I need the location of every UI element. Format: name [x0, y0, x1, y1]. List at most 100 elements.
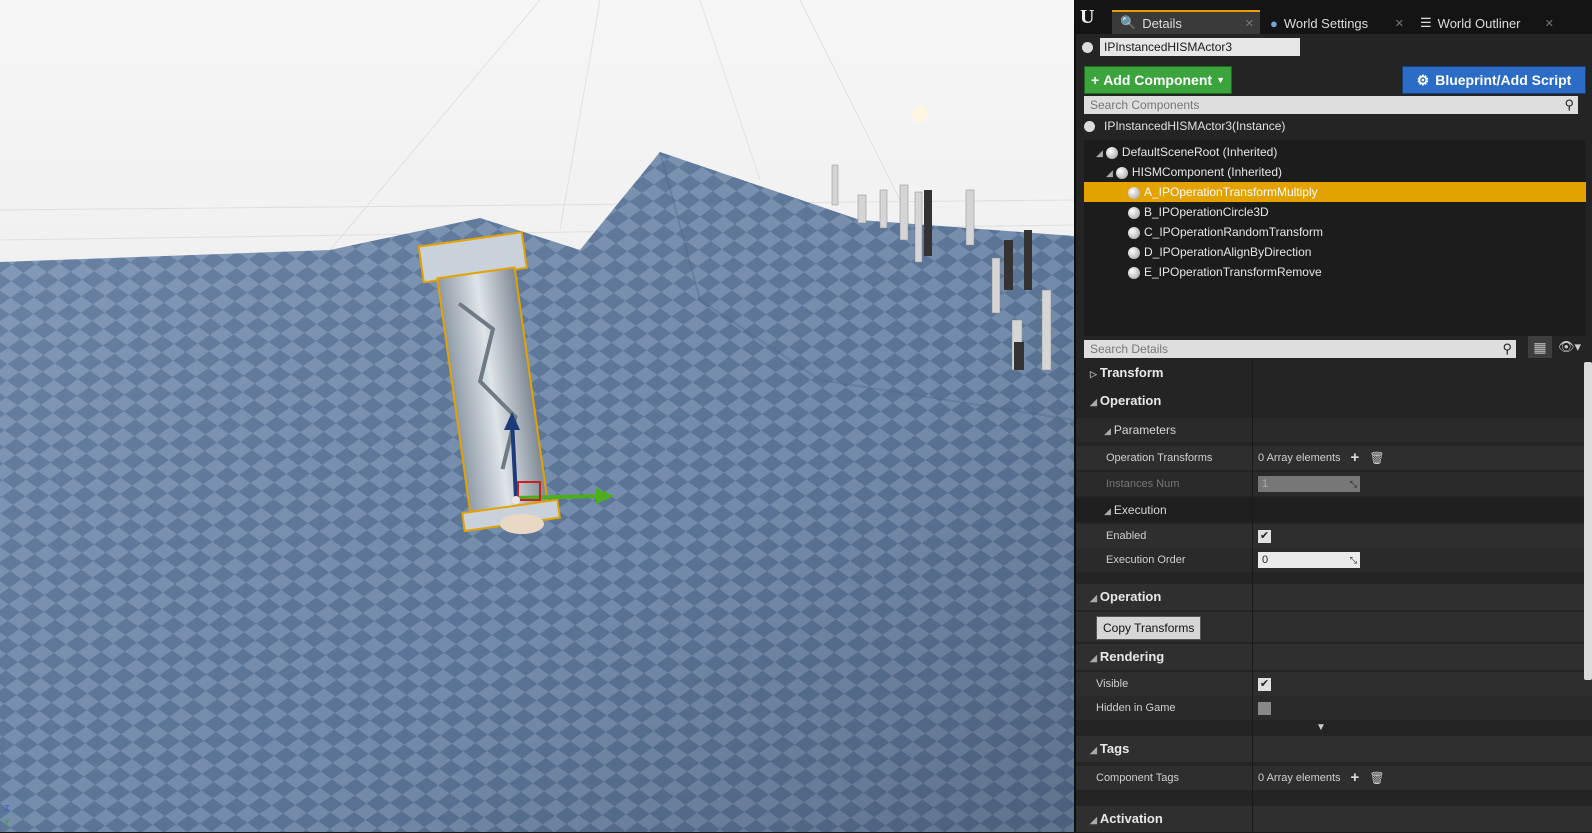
category-label: Operation: [1099, 589, 1162, 604]
search-icon: ⚲: [1502, 341, 1512, 356]
resize-arrow-icon: ⤡: [1349, 555, 1357, 565]
enabled-checkbox[interactable]: ✔: [1258, 529, 1271, 543]
advanced-expand-icon[interactable]: ▼: [1316, 722, 1326, 733]
category-activation[interactable]: ◢ Activation: [1076, 806, 1592, 832]
hidden-in-game-checkbox[interactable]: [1258, 701, 1271, 715]
tree-row-operation-d[interactable]: D_IPOperationAlignByDirection: [1084, 242, 1586, 262]
tree-label: A_IPOperationTransformMultiply: [1144, 185, 1318, 199]
collapse-arrow-icon: ◢: [1090, 397, 1097, 407]
collapse-arrow-icon: ◢: [1090, 745, 1097, 755]
tree-label: D_IPOperationAlignByDirection: [1144, 245, 1312, 259]
resize-arrow-icon: ⤡: [1349, 479, 1357, 489]
tree-row-operation-e[interactable]: E_IPOperationTransformRemove: [1084, 262, 1586, 282]
tree-row-operation-a[interactable]: A_IPOperationTransformMultiply: [1084, 182, 1586, 202]
collapse-arrow-icon[interactable]: ◢: [1096, 148, 1103, 158]
tree-label: HISMComponent (Inherited): [1131, 165, 1282, 179]
subcategory-execution[interactable]: ◢ Execution: [1076, 498, 1592, 522]
actor-name-row: [1076, 34, 1592, 62]
collapse-arrow-icon: ◢: [1104, 426, 1111, 436]
property-label: Operation Transforms: [1106, 452, 1213, 464]
tree-label: DefaultSceneRoot (Inherited): [1121, 145, 1278, 159]
add-component-label: Add Component: [1103, 72, 1213, 88]
tree-label: C_IPOperationRandomTransform: [1144, 225, 1323, 239]
tab-world-outliner-label: World Outliner: [1437, 15, 1521, 31]
category-rendering[interactable]: ◢ Rendering: [1076, 644, 1592, 670]
details-icon: 🔍: [1120, 15, 1137, 30]
operation-component-icon: [1128, 206, 1140, 219]
column-divider[interactable]: [1252, 360, 1253, 832]
unreal-logo-icon: U: [1080, 6, 1095, 28]
actor-name-field[interactable]: [1100, 38, 1300, 56]
property-label: Component Tags: [1096, 772, 1179, 784]
property-instances-num: Instances Num 1 ⤡: [1076, 472, 1592, 496]
search-details-input[interactable]: Search Details ⚲: [1084, 340, 1516, 358]
scene-component-icon: [1105, 146, 1118, 159]
tree-row-operation-b[interactable]: B_IPOperationCircle3D: [1084, 202, 1586, 222]
property-label: Visible: [1096, 678, 1129, 690]
operation-component-icon: [1128, 186, 1140, 199]
property-execution-order: Execution Order 0 ⤡: [1076, 548, 1592, 572]
trash-icon[interactable]: 🗑: [1369, 446, 1384, 470]
component-toolbar: + Add Component ▼ ⚙ Blueprint/Add Script: [1076, 62, 1592, 94]
property-matrix-icon[interactable]: ▦: [1528, 336, 1552, 358]
subcategory-parameters[interactable]: ◢ Parameters: [1076, 418, 1592, 442]
tree-row-default-scene-root[interactable]: ◢ DefaultSceneRoot (Inherited): [1084, 142, 1586, 162]
tree-row-hism-component[interactable]: ◢ HISMComponent (Inherited): [1084, 162, 1586, 182]
collapse-arrow-icon: ◢: [1090, 815, 1097, 825]
add-component-button[interactable]: + Add Component ▼: [1084, 66, 1232, 94]
array-count: 0 Array elements: [1258, 772, 1341, 784]
component-tree: ◢ DefaultSceneRoot (Inherited) ◢ HISMCompo…: [1084, 140, 1586, 336]
category-operation-2[interactable]: ◢ Operation: [1076, 584, 1592, 610]
tree-label: E_IPOperationTransformRemove: [1144, 265, 1322, 279]
close-icon[interactable]: ✕: [1545, 17, 1554, 30]
tab-details[interactable]: 🔍 Details ✕: [1112, 10, 1260, 34]
copy-transforms-row: Copy Transforms: [1076, 612, 1592, 642]
category-label: Transform: [1099, 365, 1164, 380]
globe-icon: ●: [1270, 15, 1278, 31]
add-element-icon[interactable]: +: [1351, 766, 1360, 790]
add-element-icon[interactable]: +: [1351, 446, 1360, 470]
instances-num-value: 1: [1262, 478, 1269, 490]
collapse-arrow-icon: ◢: [1090, 653, 1097, 663]
search-icon: ⚲: [1564, 97, 1574, 112]
tab-world-outliner[interactable]: ☰ World Outliner ✕: [1412, 12, 1560, 34]
axis-z-label: Z: [4, 804, 10, 814]
category-label: Operation: [1099, 393, 1162, 408]
search-components-input[interactable]: Search Components ⚲: [1084, 96, 1578, 114]
visible-checkbox[interactable]: ✔: [1258, 677, 1271, 691]
property-operation-transforms: Operation Transforms 0 Array elements + …: [1076, 446, 1592, 470]
tab-details-label: Details: [1142, 15, 1182, 31]
tab-world-settings[interactable]: ● World Settings ✕: [1262, 12, 1410, 34]
subcategory-label: Execution: [1113, 503, 1167, 517]
property-label: Instances Num: [1106, 478, 1180, 490]
operation-component-icon: [1128, 226, 1140, 239]
category-operation[interactable]: ◢ Operation: [1076, 388, 1592, 414]
tab-world-settings-label: World Settings: [1283, 15, 1369, 31]
property-label: Hidden in Game: [1096, 702, 1176, 714]
execution-order-field[interactable]: 0 ⤡: [1258, 552, 1360, 568]
blueprint-add-script-button[interactable]: ⚙ Blueprint/Add Script: [1402, 66, 1586, 94]
collapse-arrow-icon[interactable]: ◢: [1106, 168, 1113, 178]
property-visible: Visible ✔: [1076, 672, 1592, 696]
blueprint-label: Blueprint/Add Script: [1435, 72, 1572, 88]
expand-arrow-icon: ▷: [1090, 369, 1097, 379]
actor-icon: [1082, 42, 1093, 53]
tab-bar: U 🔍 Details ✕ ● World Settings ✕ ☰ World…: [1076, 0, 1592, 34]
operation-component-icon: [1128, 266, 1140, 279]
tree-label: B_IPOperationCircle3D: [1144, 205, 1269, 219]
list-icon: ☰: [1420, 15, 1432, 30]
category-tags[interactable]: ◢ Tags: [1076, 736, 1592, 762]
tree-row-operation-c[interactable]: C_IPOperationRandomTransform: [1084, 222, 1586, 242]
trash-icon[interactable]: 🗑: [1369, 766, 1384, 790]
property-label: Enabled: [1106, 530, 1147, 542]
close-icon[interactable]: ✕: [1245, 17, 1254, 30]
category-label: Rendering: [1099, 649, 1165, 664]
close-icon[interactable]: ✕: [1395, 17, 1404, 30]
details-scrollbar[interactable]: [1584, 362, 1592, 680]
category-transform[interactable]: ▷ Transform: [1076, 360, 1592, 386]
axis-y-label: Y: [4, 818, 10, 828]
copy-transforms-button[interactable]: Copy Transforms: [1096, 616, 1202, 640]
level-viewport[interactable]: Z Y: [0, 0, 1074, 832]
eye-icon[interactable]: 👁▾: [1558, 339, 1581, 355]
property-enabled: Enabled ✔: [1076, 524, 1592, 548]
